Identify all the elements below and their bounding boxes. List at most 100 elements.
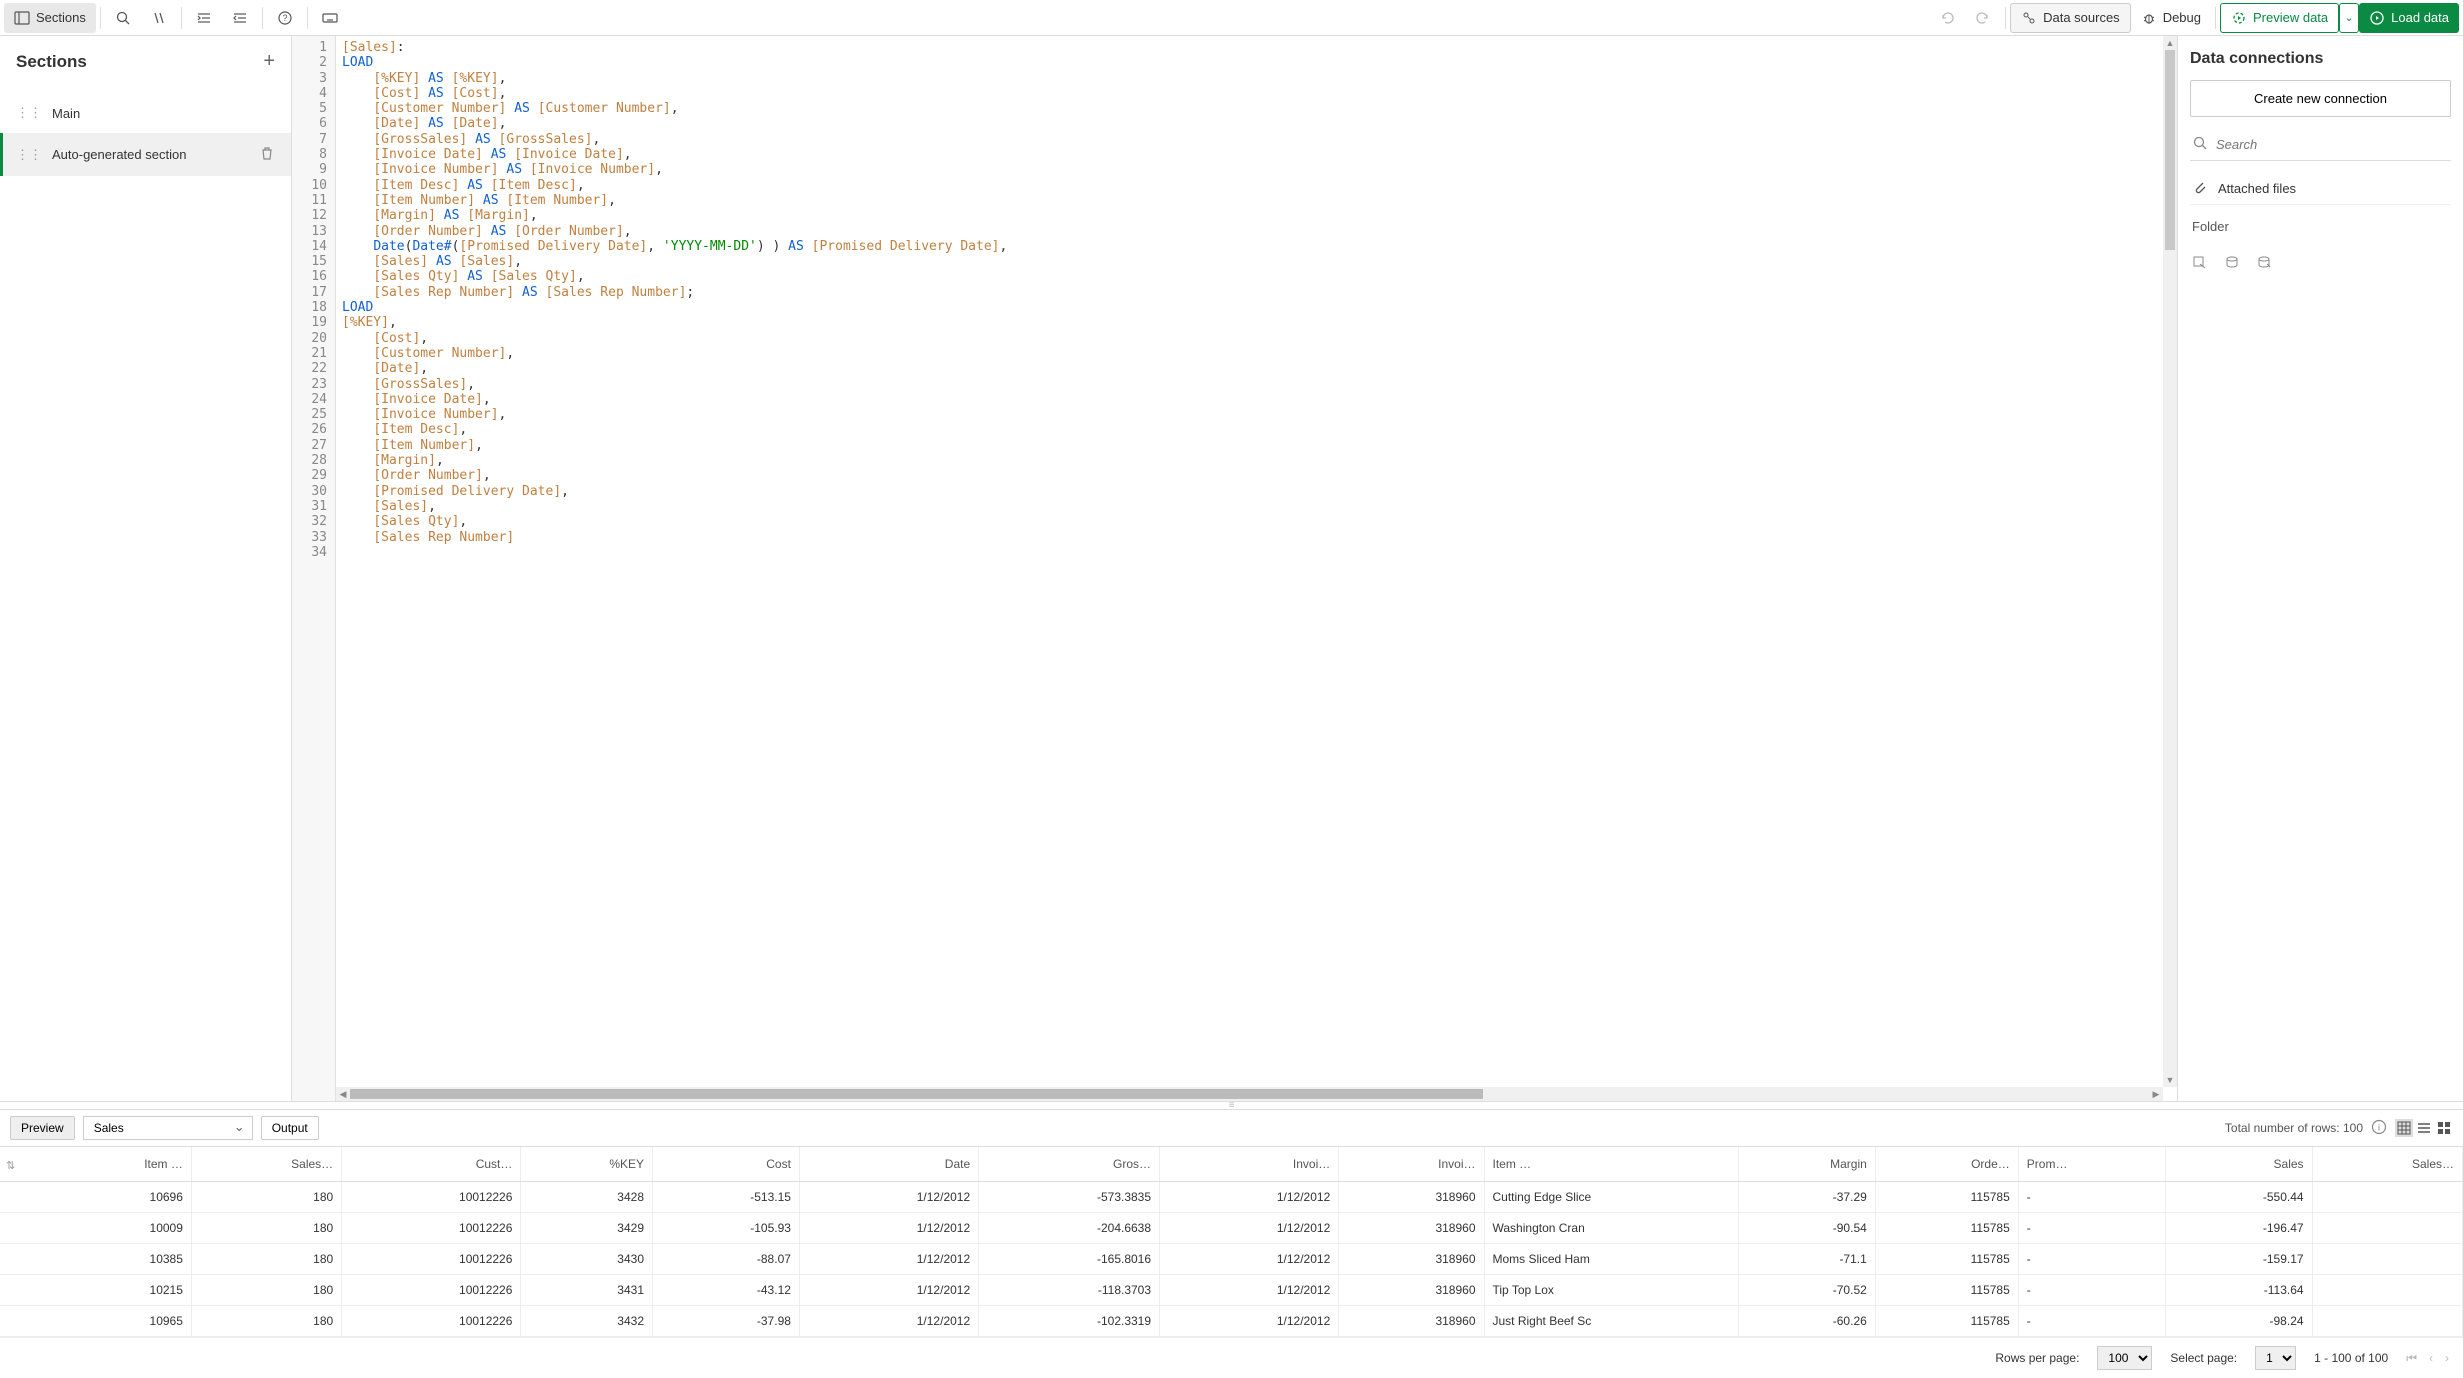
load-data-button[interactable]: Load data [2359, 3, 2459, 33]
column-header[interactable]: Invoi… [1339, 1147, 1484, 1182]
plus-icon: + [263, 50, 275, 72]
column-header[interactable]: Sales… [2312, 1147, 2462, 1182]
scroll-thumb[interactable] [2165, 50, 2175, 250]
preview-tab[interactable]: Preview [10, 1116, 75, 1140]
select-data-icon[interactable] [2192, 254, 2208, 273]
table-row[interactable]: 10965180100122263432-37.981/12/2012-102.… [0, 1306, 2463, 1337]
drag-handle-icon[interactable]: ⋮⋮ [16, 105, 42, 121]
delete-icon[interactable] [259, 145, 275, 164]
pager-first-icon[interactable]: ⏮ [2406, 1351, 2417, 1366]
horizontal-scrollbar[interactable]: ◀ ▶ [336, 1087, 2163, 1101]
search-button[interactable] [105, 3, 141, 33]
column-header[interactable]: Sales [2165, 1147, 2312, 1182]
sections-toggle-button[interactable]: Sections [4, 3, 96, 33]
pager-prev-icon[interactable]: ‹ [2429, 1351, 2433, 1366]
table-header-row: ⇅Item …Sales…Cust…%KEYCostDateGros…Invoi… [0, 1147, 2463, 1182]
table-cell: -90.54 [1739, 1213, 1876, 1244]
indent-button[interactable] [186, 3, 222, 33]
table-cell: -88.07 [653, 1244, 800, 1275]
pager-next-icon[interactable]: › [2445, 1351, 2449, 1366]
edit-connection-icon[interactable] [2256, 254, 2272, 273]
column-header[interactable]: Sales… [191, 1147, 341, 1182]
scroll-left-arrow[interactable]: ◀ [336, 1087, 350, 1101]
separator [307, 7, 308, 29]
create-new-connection-button[interactable]: Create new connection [2190, 80, 2451, 117]
folder-label: Folder [2190, 217, 2451, 236]
section-item[interactable]: ⋮⋮Main [0, 93, 291, 133]
table-cell: 10215 [0, 1275, 191, 1306]
panel-left-icon [14, 10, 30, 26]
table-cell: 318960 [1339, 1213, 1484, 1244]
view-table-icon[interactable] [2395, 1119, 2413, 1137]
keyboard-button[interactable] [312, 3, 348, 33]
comment-button[interactable] [141, 3, 177, 33]
table-cell: 115785 [1875, 1182, 2018, 1213]
preview-data-button[interactable]: Preview data [2220, 3, 2339, 33]
scroll-right-arrow[interactable]: ▶ [2149, 1087, 2163, 1101]
scroll-up-arrow[interactable]: ▲ [2163, 36, 2177, 50]
connection-search[interactable] [2190, 129, 2451, 161]
column-header[interactable]: Cust… [342, 1147, 521, 1182]
connection-search-input[interactable] [2216, 137, 2449, 152]
attached-files-row[interactable]: Attached files [2190, 173, 2451, 205]
table-cell: 10012226 [342, 1275, 521, 1306]
info-icon[interactable]: i [2371, 1119, 2387, 1138]
table-cell: 318960 [1339, 1182, 1484, 1213]
separator [181, 7, 182, 29]
table-cell: Just Right Beef Sc [1484, 1306, 1739, 1337]
output-tab[interactable]: Output [261, 1116, 319, 1140]
debug-button[interactable]: Debug [2131, 3, 2211, 33]
preview-data-dropdown[interactable]: ⌄ [2339, 3, 2359, 33]
code-area[interactable]: [Sales]:LOAD [%KEY] AS [%KEY], [Cost] AS… [336, 36, 2177, 1101]
view-list-icon[interactable] [2415, 1119, 2433, 1137]
column-header[interactable]: %KEY [521, 1147, 653, 1182]
column-header[interactable]: ⇅Item … [0, 1147, 191, 1182]
data-sources-icon [2021, 10, 2037, 26]
column-header[interactable]: Prom… [2018, 1147, 2165, 1182]
table-row[interactable]: 10009180100122263429-105.931/12/2012-204… [0, 1213, 2463, 1244]
column-header[interactable]: Margin [1739, 1147, 1876, 1182]
preview-grid[interactable]: ⇅Item …Sales…Cust…%KEYCostDateGros…Invoi… [0, 1147, 2463, 1337]
column-header[interactable]: Gros… [979, 1147, 1160, 1182]
outdent-button[interactable] [222, 3, 258, 33]
vertical-scrollbar[interactable]: ▲ ▼ [2163, 36, 2177, 1087]
preview-table-select[interactable]: Sales [83, 1116, 253, 1140]
table-cell: -165.8016 [979, 1244, 1160, 1275]
search-icon [115, 10, 131, 26]
undo-button[interactable] [1929, 3, 1965, 33]
view-grid-icon[interactable] [2435, 1119, 2453, 1137]
data-sources-button[interactable]: Data sources [2010, 3, 2131, 33]
table-row[interactable]: 10696180100122263428-513.151/12/2012-573… [0, 1182, 2463, 1213]
table-cell: 3432 [521, 1306, 653, 1337]
scroll-down-arrow[interactable]: ▼ [2163, 1073, 2177, 1087]
indent-icon [196, 10, 212, 26]
attached-files-label: Attached files [2218, 181, 2296, 196]
column-header[interactable]: Item … [1484, 1147, 1739, 1182]
table-cell: 1/12/2012 [1160, 1182, 1339, 1213]
column-header[interactable]: Date [799, 1147, 978, 1182]
table-row[interactable]: 10385180100122263430-88.071/12/2012-165.… [0, 1244, 2463, 1275]
section-item[interactable]: ⋮⋮Auto-generated section [0, 133, 291, 176]
horizontal-splitter[interactable] [0, 1101, 2463, 1109]
insert-script-icon[interactable] [2224, 254, 2240, 273]
table-cell: 10009 [0, 1213, 191, 1244]
rows-per-page-select[interactable]: 100 [2097, 1346, 2152, 1370]
scroll-thumb[interactable] [350, 1089, 1483, 1099]
drag-handle-icon[interactable]: ⋮⋮ [16, 147, 42, 163]
table-cell: - [2018, 1182, 2165, 1213]
table-cell: 115785 [1875, 1275, 2018, 1306]
table-cell: 10012226 [342, 1213, 521, 1244]
column-header[interactable]: Cost [653, 1147, 800, 1182]
separator [2005, 7, 2006, 29]
select-page-select[interactable]: 1 [2255, 1346, 2296, 1370]
column-header[interactable]: Orde… [1875, 1147, 2018, 1182]
add-section-button[interactable]: + [263, 50, 275, 73]
line-number-gutter: 1234567891011121314151617181920212223242… [292, 36, 336, 1101]
code-editor[interactable]: 1234567891011121314151617181920212223242… [292, 36, 2177, 1101]
column-header[interactable]: Invoi… [1160, 1147, 1339, 1182]
table-row[interactable]: 10215180100122263431-43.121/12/2012-118.… [0, 1275, 2463, 1306]
table-cell: 180 [191, 1213, 341, 1244]
help-button[interactable]: ? [267, 3, 303, 33]
redo-button[interactable] [1965, 3, 2001, 33]
table-cell: 3430 [521, 1244, 653, 1275]
